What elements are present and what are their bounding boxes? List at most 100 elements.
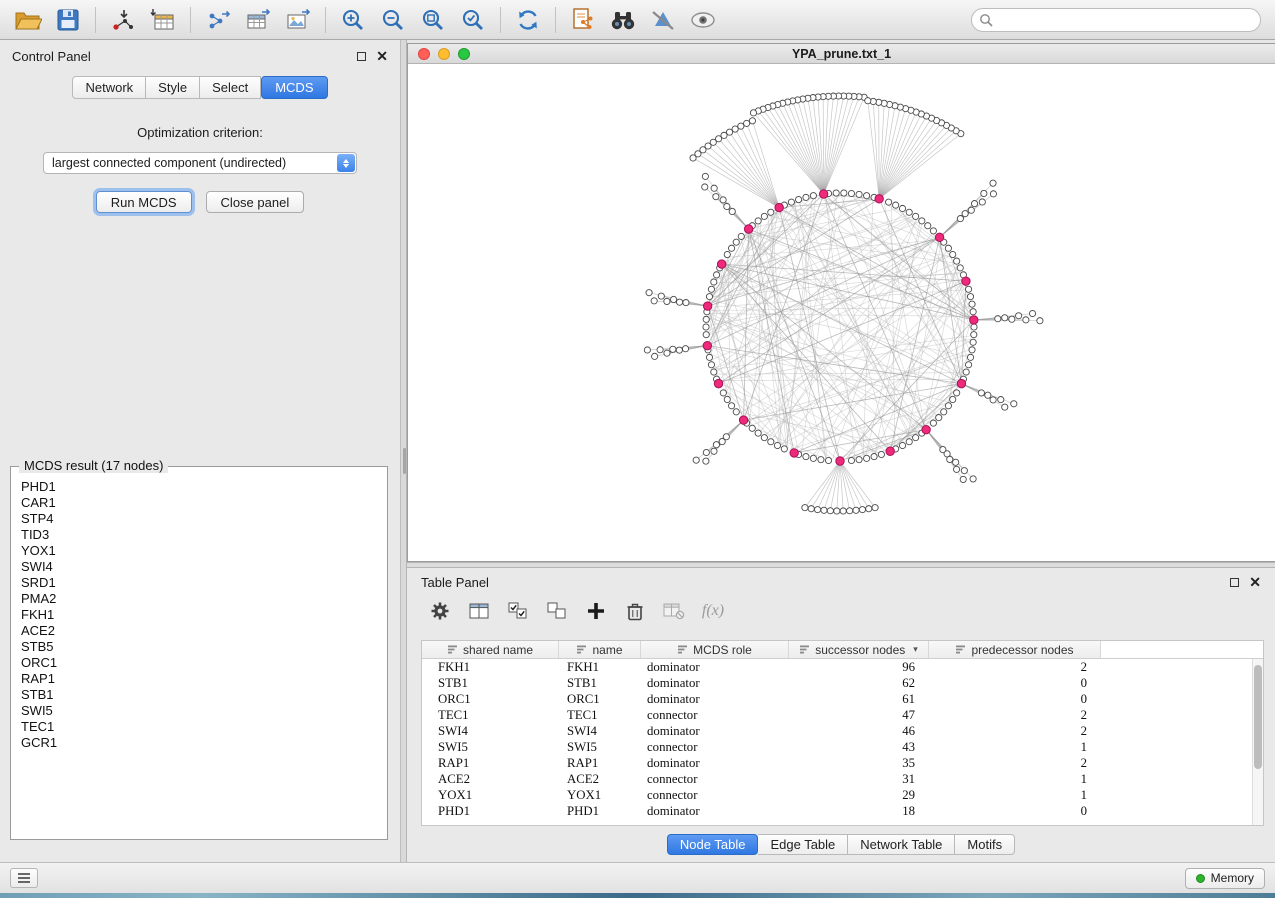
dominator-node[interactable] [714, 379, 722, 387]
network-node[interactable] [724, 396, 730, 402]
table-settings-button[interactable] [423, 596, 457, 626]
dominator-node[interactable] [875, 195, 883, 203]
dominator-node[interactable] [935, 233, 943, 241]
table-row[interactable]: RAP1RAP1dominator352 [422, 755, 1251, 771]
network-node[interactable] [724, 251, 730, 257]
network-node[interactable] [878, 451, 884, 457]
leaf-node[interactable] [990, 397, 996, 403]
leaf-node[interactable] [664, 298, 670, 304]
leaf-node[interactable] [802, 505, 808, 511]
delete-column-button[interactable] [618, 596, 652, 626]
network-node[interactable] [954, 258, 960, 264]
table-row[interactable]: YOX1YOX1connector291 [422, 787, 1251, 803]
network-node[interactable] [871, 453, 877, 459]
network-node[interactable] [954, 390, 960, 396]
network-node[interactable] [941, 409, 947, 415]
leaf-node[interactable] [957, 216, 963, 222]
memory-button[interactable]: Memory [1185, 868, 1265, 889]
network-node[interactable] [728, 403, 734, 409]
tab-network[interactable]: Network [72, 76, 146, 99]
mcds-node-item[interactable]: ACE2 [21, 623, 383, 639]
mcds-node-item[interactable]: SWI5 [21, 703, 383, 719]
network-node[interactable] [864, 193, 870, 199]
network-node[interactable] [848, 457, 854, 463]
network-node[interactable] [841, 190, 847, 196]
leaf-node[interactable] [1011, 401, 1017, 407]
network-node[interactable] [950, 251, 956, 257]
leaf-node[interactable] [690, 155, 696, 161]
network-node[interactable] [864, 455, 870, 461]
network-node[interactable] [856, 191, 862, 197]
leaf-node[interactable] [644, 347, 650, 353]
dominator-node[interactable] [922, 425, 930, 433]
leaf-node[interactable] [703, 458, 709, 464]
network-node[interactable] [761, 435, 767, 441]
leaf-node[interactable] [1002, 404, 1008, 410]
network-node[interactable] [893, 202, 899, 208]
leaf-node[interactable] [676, 299, 682, 305]
network-node[interactable] [899, 205, 905, 211]
network-node[interactable] [919, 218, 925, 224]
deselect-all-button[interactable] [540, 596, 574, 626]
network-node[interactable] [930, 228, 936, 234]
network-from-selection-button[interactable] [563, 3, 603, 37]
network-node[interactable] [906, 439, 912, 445]
network-node[interactable] [768, 439, 774, 445]
network-node[interactable] [930, 420, 936, 426]
close-window-icon[interactable] [418, 48, 430, 60]
tab-style[interactable]: Style [146, 76, 200, 99]
network-node[interactable] [886, 199, 892, 205]
network-node[interactable] [774, 442, 780, 448]
leaf-node[interactable] [953, 459, 959, 465]
network-node[interactable] [833, 190, 839, 196]
tab-select[interactable]: Select [200, 76, 261, 99]
leaf-node[interactable] [1009, 316, 1015, 322]
network-node[interactable] [738, 233, 744, 239]
network-node[interactable] [963, 369, 969, 375]
leaf-node[interactable] [683, 299, 689, 305]
network-node[interactable] [706, 354, 712, 360]
leaf-node[interactable] [719, 438, 725, 444]
network-node[interactable] [925, 223, 931, 229]
network-node[interactable] [803, 194, 809, 200]
network-node[interactable] [945, 403, 951, 409]
table-row[interactable]: FKH1FKH1dominator962 [422, 659, 1251, 675]
leaf-node[interactable] [711, 448, 717, 454]
leaf-node[interactable] [853, 507, 859, 513]
network-node[interactable] [950, 396, 956, 402]
network-node[interactable] [703, 316, 709, 322]
dominator-node[interactable] [819, 190, 827, 198]
find-button[interactable] [603, 3, 643, 37]
network-node[interactable] [749, 425, 755, 431]
leaf-node[interactable] [814, 507, 820, 513]
delete-table-button[interactable] [657, 596, 691, 626]
function-builder-button[interactable]: f(x) [696, 596, 730, 626]
network-node[interactable] [761, 213, 767, 219]
column-header-predecessor-nodes[interactable]: predecessor nodes [929, 641, 1101, 658]
leaf-node[interactable] [732, 126, 738, 132]
leaf-node[interactable] [702, 184, 708, 190]
close-table-panel-icon[interactable]: ✕ [1249, 577, 1261, 587]
leaf-node[interactable] [990, 180, 996, 186]
import-table-button[interactable] [143, 3, 183, 37]
leaf-node[interactable] [971, 200, 977, 206]
table-row[interactable]: SWI5SWI5connector431 [422, 739, 1251, 755]
network-node[interactable] [810, 193, 816, 199]
run-mcds-button[interactable]: Run MCDS [96, 191, 192, 213]
network-node[interactable] [970, 309, 976, 315]
mcds-node-item[interactable]: FKH1 [21, 607, 383, 623]
zoom-out-button[interactable] [373, 3, 413, 37]
network-node[interactable] [969, 301, 975, 307]
leaf-node[interactable] [978, 390, 984, 396]
leaf-node[interactable] [703, 449, 709, 455]
refresh-network-button[interactable] [508, 3, 548, 37]
apply-style-button[interactable] [643, 3, 683, 37]
leaf-node[interactable] [652, 353, 658, 359]
network-node[interactable] [957, 265, 963, 271]
network-node[interactable] [733, 409, 739, 415]
show-panels-button[interactable] [10, 868, 38, 888]
optimization-criterion-select[interactable]: largest connected component (undirected) [43, 152, 357, 174]
export-table-button[interactable] [238, 3, 278, 37]
export-network-button[interactable] [198, 3, 238, 37]
dominator-node[interactable] [970, 316, 978, 324]
